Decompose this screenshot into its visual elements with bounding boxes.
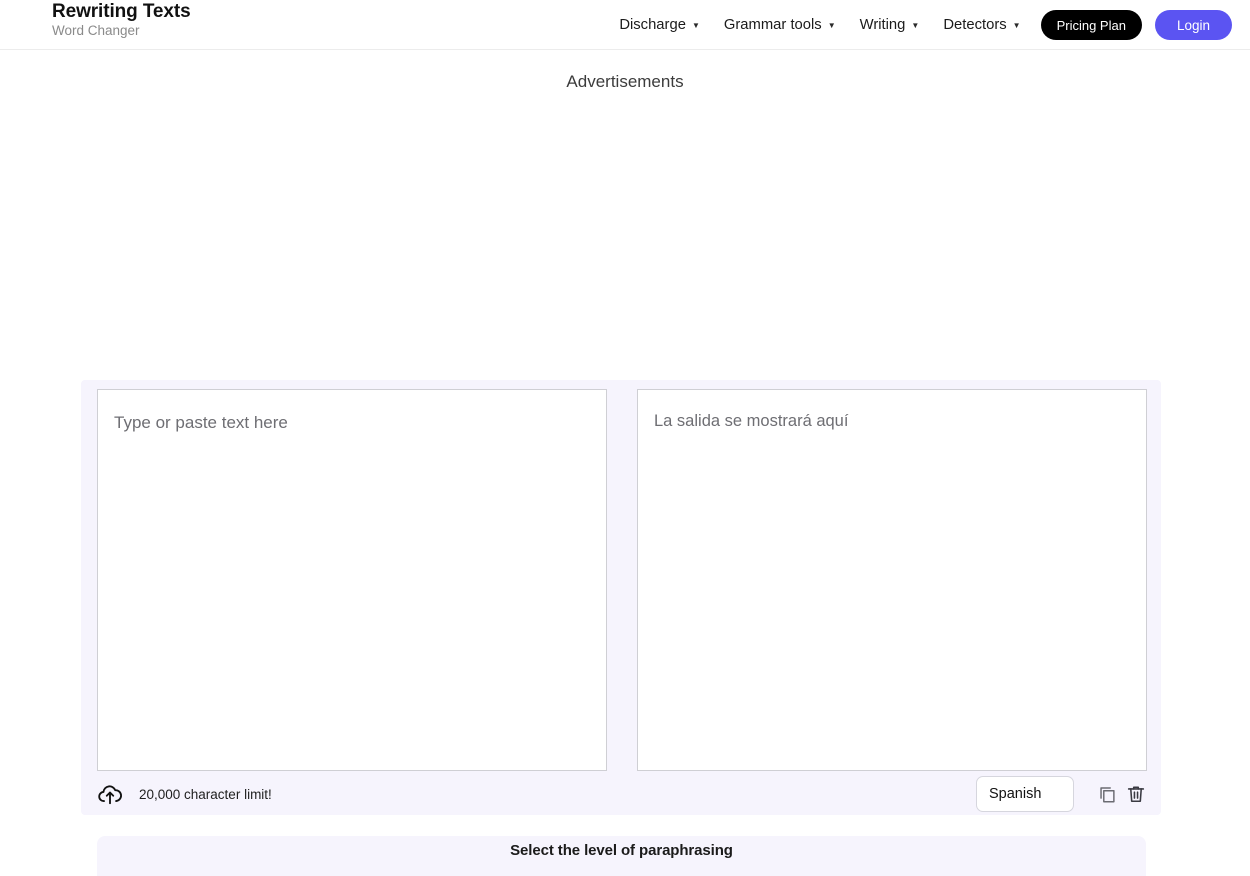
nav-item-writing[interactable]: Writing ▼: [848, 17, 932, 33]
cloud-upload-icon[interactable]: [97, 781, 123, 807]
chevron-down-icon: ▼: [911, 21, 920, 30]
main-navigation: Discharge ▼ Grammar tools ▼ Writing ▼ De…: [607, 0, 1232, 50]
nav-item-discharge[interactable]: Discharge ▼: [607, 17, 712, 33]
trash-icon[interactable]: [1125, 783, 1147, 805]
character-limit-label: 20,000 character limit!: [139, 786, 272, 802]
output-placeholder: La salida se mostrará aquí: [654, 412, 849, 430]
editor-toolbar: 20,000 character limit! Spanish English …: [97, 774, 1147, 814]
editor-panel: Type or paste text here La salida se mos…: [81, 380, 1161, 815]
nav-item-grammar-tools[interactable]: Grammar tools ▼: [712, 17, 848, 33]
nav-label: Detectors: [943, 17, 1007, 33]
paraphrase-level-panel: Select the level of paraphrasing: [97, 836, 1146, 876]
brand-logo[interactable]: Rewriting Texts Word Changer: [52, 2, 191, 38]
paraphrase-level-title: Select the level of paraphrasing: [510, 842, 733, 859]
nav-label: Writing: [859, 17, 906, 33]
chevron-down-icon: ▼: [827, 21, 836, 30]
editor-panes: Type or paste text here La salida se mos…: [97, 389, 1147, 771]
input-placeholder: Type or paste text here: [114, 413, 288, 432]
action-icons: [1096, 783, 1147, 805]
advertisements-label: Advertisements: [566, 72, 684, 91]
advertisement-region: Advertisements: [0, 50, 1250, 370]
language-select[interactable]: Spanish English French German Portuguese: [976, 776, 1074, 812]
toolbar-left-group: 20,000 character limit!: [97, 774, 272, 814]
nav-label: Grammar tools: [723, 17, 822, 33]
site-header: Rewriting Texts Word Changer Discharge ▼…: [0, 0, 1250, 50]
nav-item-detectors[interactable]: Detectors ▼: [931, 17, 1032, 33]
pricing-plan-button[interactable]: Pricing Plan: [1040, 10, 1142, 40]
login-button[interactable]: Login: [1154, 10, 1232, 40]
input-textarea[interactable]: Type or paste text here: [97, 389, 607, 771]
brand-title: Rewriting Texts: [52, 1, 191, 22]
nav-label: Discharge: [619, 17, 686, 33]
toolbar-right-group: Spanish English French German Portuguese: [976, 774, 1147, 814]
copy-icon[interactable]: [1096, 783, 1118, 805]
brand-subtitle: Word Changer: [52, 22, 140, 38]
chevron-down-icon: ▼: [691, 21, 700, 30]
chevron-down-icon: ▼: [1012, 21, 1021, 30]
output-textarea[interactable]: La salida se mostrará aquí: [637, 389, 1147, 771]
language-select-wrapper: Spanish English French German Portuguese: [976, 776, 1074, 812]
